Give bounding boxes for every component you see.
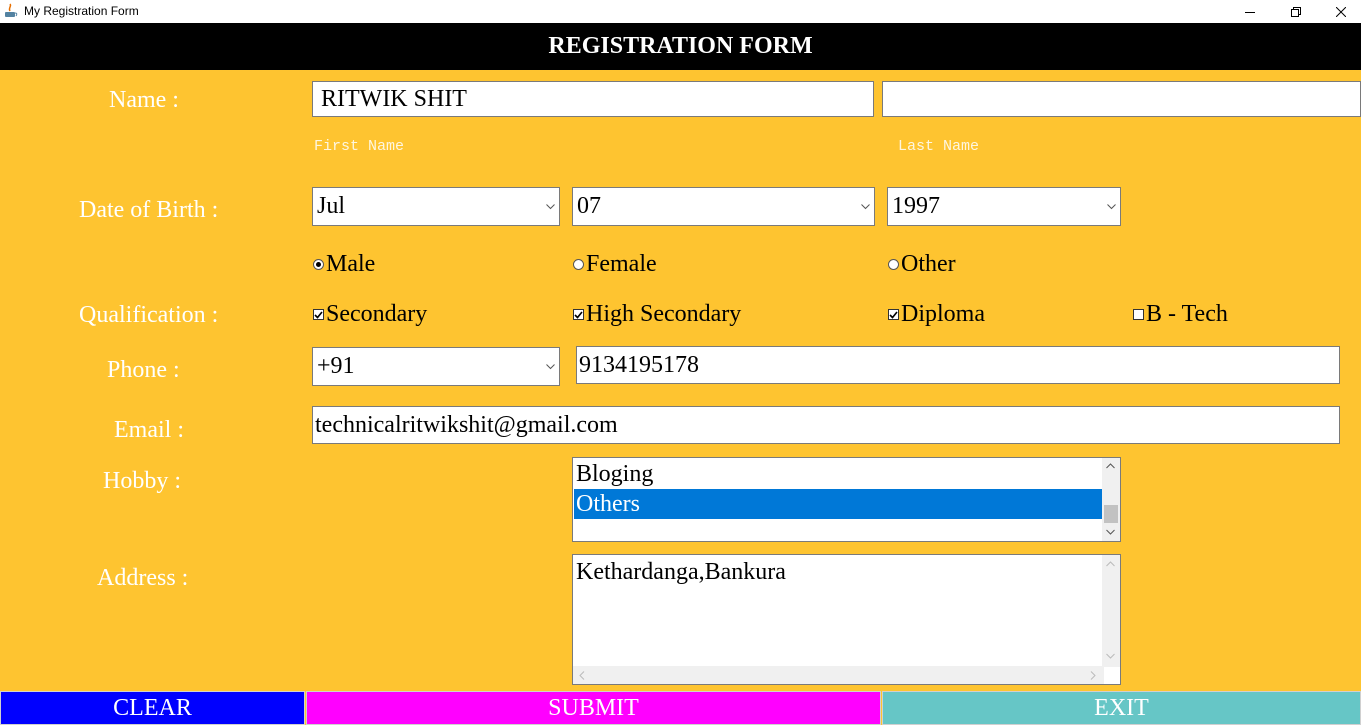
dob-year-select[interactable]: 1997 xyxy=(887,187,1121,226)
hobby-scrollbar[interactable] xyxy=(1102,458,1120,541)
qualification-high-secondary-label: High Secondary xyxy=(586,301,742,327)
hobby-item-label: Others xyxy=(576,490,640,517)
chevron-down-icon xyxy=(546,203,555,209)
qualification-secondary-label: Secondary xyxy=(326,301,428,327)
gender-other-radio[interactable]: Other xyxy=(888,251,956,278)
address-horizontal-scrollbar[interactable] xyxy=(573,666,1104,684)
first-name-input[interactable]: RITWIK SHIT xyxy=(312,81,874,117)
address-vertical-scrollbar[interactable] xyxy=(1102,555,1120,667)
address-textarea[interactable]: Kethardanga,Bankura xyxy=(572,554,1121,685)
close-button[interactable] xyxy=(1318,0,1361,23)
scroll-up-icon xyxy=(1106,561,1115,567)
dob-day-select[interactable]: 07 xyxy=(572,187,875,226)
hobby-list-item[interactable]: Bloging xyxy=(574,459,1103,489)
radio-icon xyxy=(573,259,584,270)
dob-day-value: 07 xyxy=(577,193,601,219)
last-name-hint: Last Name xyxy=(898,138,980,155)
checkbox-checked-icon xyxy=(313,309,324,320)
dob-month-select[interactable]: Jul xyxy=(312,187,560,226)
phone-code-select[interactable]: +91 xyxy=(312,347,560,386)
hobby-item-label: Bloging xyxy=(576,460,654,487)
name-label: Name : xyxy=(109,87,179,113)
radio-selected-icon xyxy=(313,259,324,270)
qualification-diploma-checkbox[interactable]: Diploma xyxy=(888,301,985,328)
checkbox-checked-icon xyxy=(888,309,899,320)
email-label: Email : xyxy=(114,417,184,443)
close-icon xyxy=(1336,6,1346,17)
submit-button[interactable]: SUBMIT xyxy=(306,691,881,725)
qualification-secondary-checkbox[interactable]: Secondary xyxy=(313,301,427,328)
first-name-hint: First Name xyxy=(314,138,405,155)
exit-button-label: EXIT xyxy=(1094,694,1149,721)
clear-button-label: CLEAR xyxy=(113,694,192,721)
gender-other-label: Other xyxy=(901,251,956,277)
minimize-button[interactable] xyxy=(1227,0,1273,23)
qualification-high-secondary-checkbox[interactable]: High Secondary xyxy=(573,301,741,328)
scroll-down-icon xyxy=(1106,653,1115,659)
checkbox-icon xyxy=(1133,309,1144,320)
restore-button[interactable] xyxy=(1273,0,1319,23)
phone-code-value: +91 xyxy=(317,353,355,379)
window-titlebar: My Registration Form xyxy=(0,0,1361,23)
hobby-list[interactable]: Bloging Others xyxy=(572,457,1121,542)
gender-female-radio[interactable]: Female xyxy=(573,251,657,278)
gender-male-radio[interactable]: Male xyxy=(313,251,375,278)
scroll-down-icon xyxy=(1106,529,1115,535)
restore-icon xyxy=(1291,6,1301,17)
chevron-down-icon xyxy=(1107,203,1116,209)
email-input[interactable]: technicalritwikshit@gmail.com xyxy=(312,406,1340,444)
radio-icon xyxy=(888,259,899,270)
hobby-list-item-selected[interactable]: Others xyxy=(574,489,1103,519)
chevron-down-icon xyxy=(861,203,870,209)
phone-number-value: 9134195178 xyxy=(579,351,699,378)
form-title: REGISTRATION FORM xyxy=(548,33,813,59)
exit-button[interactable]: EXIT xyxy=(882,691,1361,725)
first-name-value: RITWIK SHIT xyxy=(321,85,467,112)
scroll-right-icon xyxy=(1090,671,1096,680)
chevron-down-icon xyxy=(546,363,555,369)
clear-button[interactable]: CLEAR xyxy=(0,691,305,725)
form-header: REGISTRATION FORM xyxy=(0,23,1361,70)
checkbox-checked-icon xyxy=(573,309,584,320)
scroll-up-icon xyxy=(1106,463,1115,469)
dob-label: Date of Birth : xyxy=(79,197,219,223)
hobby-label: Hobby : xyxy=(103,468,181,494)
dob-month-value: Jul xyxy=(317,193,346,219)
submit-button-label: SUBMIT xyxy=(548,694,639,721)
java-app-icon xyxy=(5,3,18,17)
dob-year-value: 1997 xyxy=(892,193,940,219)
phone-label: Phone : xyxy=(107,357,180,383)
qualification-btech-label: B - Tech xyxy=(1146,301,1228,327)
qualification-btech-checkbox[interactable]: B - Tech xyxy=(1133,301,1228,328)
scroll-thumb[interactable] xyxy=(1104,505,1118,523)
scroll-left-icon xyxy=(579,671,585,680)
minimize-icon xyxy=(1245,11,1255,13)
window-title: My Registration Form xyxy=(24,4,139,18)
address-value: Kethardanga,Bankura xyxy=(576,559,786,585)
phone-number-input[interactable]: 9134195178 xyxy=(576,346,1340,384)
email-value: technicalritwikshit@gmail.com xyxy=(315,411,618,438)
last-name-input[interactable] xyxy=(882,81,1361,117)
address-label: Address : xyxy=(97,565,189,591)
qualification-label: Qualification : xyxy=(79,302,219,328)
gender-female-label: Female xyxy=(586,251,657,277)
qualification-diploma-label: Diploma xyxy=(901,301,985,327)
gender-male-label: Male xyxy=(326,251,376,277)
